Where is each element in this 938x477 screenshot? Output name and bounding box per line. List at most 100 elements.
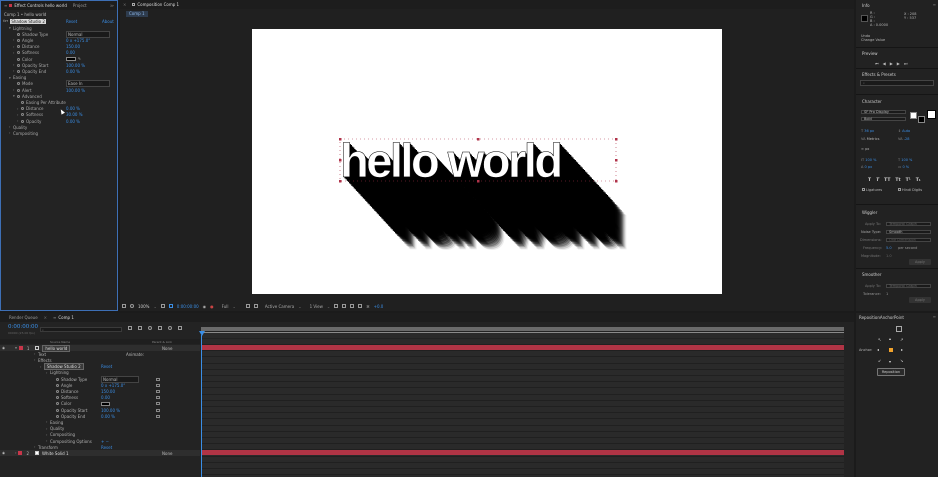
property-value[interactable]: 0.00 %	[66, 106, 80, 111]
composition-canvas[interactable]: hello world hello world hello world hello w…	[252, 29, 722, 294]
eyedropper-icon[interactable]: ✎	[78, 57, 81, 61]
mask-icon[interactable]	[130, 304, 134, 308]
effect-property-row[interactable]: › Opacity 0.00 %	[1, 118, 117, 124]
main-text[interactable]: hello world	[340, 134, 564, 188]
stopwatch-icon[interactable]	[17, 94, 20, 98]
tab-composition[interactable]: Composition Comp 1	[132, 2, 179, 7]
eye-icon[interactable]: ◉	[2, 346, 5, 350]
layer-property-row[interactable]: › Quality	[0, 426, 200, 432]
layer-property-row[interactable]: › Transform Reset	[0, 444, 200, 450]
expression-icon[interactable]	[156, 383, 160, 387]
tab-effect-controls[interactable]: ≡ Effect Controls hello world	[4, 3, 67, 8]
color-swatch[interactable]	[66, 57, 76, 61]
expression-icon[interactable]	[156, 408, 160, 412]
stopwatch-icon[interactable]	[17, 32, 20, 36]
kerning-field[interactable]: VA Metrics	[861, 137, 879, 141]
close-icon[interactable]: ×	[44, 315, 47, 320]
wiggler-noise-type-dropdown[interactable]: Smooth	[886, 230, 931, 234]
arrow-up-right-icon[interactable]: ↗	[900, 337, 903, 342]
effect-property-row[interactable]: Color ✎	[1, 56, 117, 62]
layer-row[interactable]: ◉ ▾ 1 hello world None	[0, 344, 200, 352]
pixel-aspect-icon[interactable]	[334, 304, 339, 308]
baseline-field[interactable]: A 0 px	[861, 165, 872, 169]
property-value[interactable]: 0.00	[66, 50, 75, 55]
property-value[interactable]: 0 x +175.0°	[101, 383, 125, 388]
last-frame-icon[interactable]: ⏭	[904, 61, 908, 66]
stopwatch-icon[interactable]	[21, 100, 24, 104]
expression-icon[interactable]	[156, 414, 160, 418]
font-style-dropdown[interactable]: Bold	[861, 117, 906, 121]
shy-icon[interactable]	[148, 326, 152, 330]
camera-dropdown[interactable]: Active Camera	[265, 304, 294, 309]
property-value[interactable]: 0 x +175.0°	[66, 38, 90, 43]
playhead-icon[interactable]	[199, 331, 205, 336]
stopwatch-icon[interactable]	[56, 383, 59, 387]
text-layer-render[interactable]: hello worldhello worldhello worldhello w…	[252, 29, 722, 294]
stroke-color-swatch[interactable]	[918, 116, 925, 123]
wiggler-frequency-value[interactable]: 5.0	[886, 246, 892, 250]
exposure-value[interactable]: +0.0	[374, 304, 384, 309]
property-value[interactable]: 30.00 %	[66, 112, 83, 117]
layer-property-row[interactable]: › Easing	[0, 419, 200, 425]
layer-property-row[interactable]: Angle 0 x +175.0°	[0, 382, 200, 388]
wiggler-apply-to-dropdown[interactable]: Temporal Graph	[886, 222, 931, 226]
stopwatch-icon[interactable]	[17, 57, 20, 61]
stopwatch-icon[interactable]	[17, 38, 20, 42]
stopwatch-icon[interactable]	[17, 51, 20, 55]
about-link[interactable]: About	[102, 19, 114, 24]
property-value[interactable]: 100.00 %	[66, 88, 85, 93]
tsume-field[interactable]: ▭ 0 %	[898, 165, 909, 169]
stopwatch-icon[interactable]	[21, 113, 24, 117]
layer-property-row[interactable]: Color	[0, 401, 200, 407]
timeline-timecode[interactable]: 0:00:00:00	[8, 324, 38, 330]
lock-icon[interactable]	[9, 4, 13, 7]
expression-icon[interactable]	[156, 396, 160, 400]
show-channel-icon[interactable]: ●	[210, 304, 214, 309]
arrow-up-left-icon[interactable]: ↖	[878, 337, 881, 342]
resolution-dropdown[interactable]: Full	[222, 304, 229, 309]
fill-color-swatch[interactable]	[910, 112, 917, 119]
stopwatch-icon[interactable]	[56, 396, 59, 400]
effect-property-row[interactable]: › Opacity End 0.00 %	[1, 68, 117, 74]
effect-property-row[interactable]: › Angle 0 x +175.0°	[1, 37, 117, 43]
timeline-search-input[interactable]: ⌕	[40, 327, 122, 332]
layer-property-row[interactable]: › Shadow Studio 2 Reset	[0, 363, 200, 371]
arrow-left-icon[interactable]: ◂	[877, 347, 879, 352]
stopwatch-icon[interactable]	[56, 377, 59, 381]
smoother-tolerance-value[interactable]: 1	[886, 292, 888, 296]
property-value[interactable]: 100.00 %	[101, 408, 120, 413]
superscript-icon[interactable]: T¹	[906, 178, 911, 183]
menu-icon[interactable]: ≡	[933, 2, 936, 7]
stopwatch-icon[interactable]	[21, 107, 24, 111]
work-area-bar[interactable]	[201, 332, 844, 338]
graph-editor-icon[interactable]	[178, 326, 182, 330]
twirl-icon[interactable]: ▾	[15, 346, 17, 350]
layer-name[interactable]: White Solid 1	[42, 451, 68, 456]
anchor-center-icon[interactable]	[889, 348, 893, 352]
reset-link[interactable]: Reset	[66, 19, 77, 24]
subscript-icon[interactable]: T₁	[916, 178, 921, 183]
property-value[interactable]: Reset	[101, 445, 112, 450]
animate-menu[interactable]: Animate:	[126, 352, 144, 357]
layer-property-row[interactable]: › Compositing Options + −	[0, 438, 200, 444]
effect-property-row[interactable]: › Distance 150.00	[1, 44, 117, 50]
stopwatch-icon[interactable]	[17, 45, 20, 49]
stroke-width-field[interactable]: ≡ px	[861, 147, 869, 151]
wiggler-apply-button[interactable]: Apply	[909, 259, 931, 265]
property-value[interactable]: 0.00 %	[101, 414, 115, 419]
font-size-field[interactable]: T 36 px	[861, 129, 874, 133]
arrow-right-icon[interactable]: ▸	[901, 347, 903, 352]
effect-property-row[interactable]: › Quality	[1, 124, 117, 130]
layer-property-row[interactable]: › Text Animate:	[0, 351, 200, 357]
menu-icon[interactable]: ≡	[4, 3, 7, 8]
expression-icon[interactable]	[156, 377, 160, 381]
layer-property-row[interactable]: Opacity End 0.00 %	[0, 413, 200, 419]
ligatures-checkbox[interactable]: Ligatures	[862, 188, 882, 192]
stopwatch-icon[interactable]	[56, 402, 59, 406]
smoother-apply-button[interactable]: Apply	[909, 297, 931, 303]
stopwatch-icon[interactable]	[17, 82, 20, 86]
stopwatch-icon[interactable]	[17, 69, 20, 73]
stopwatch-icon[interactable]	[17, 88, 20, 92]
layer-property-row[interactable]: Distance 150.00	[0, 388, 200, 394]
prev-frame-icon[interactable]: ◀	[883, 61, 886, 66]
